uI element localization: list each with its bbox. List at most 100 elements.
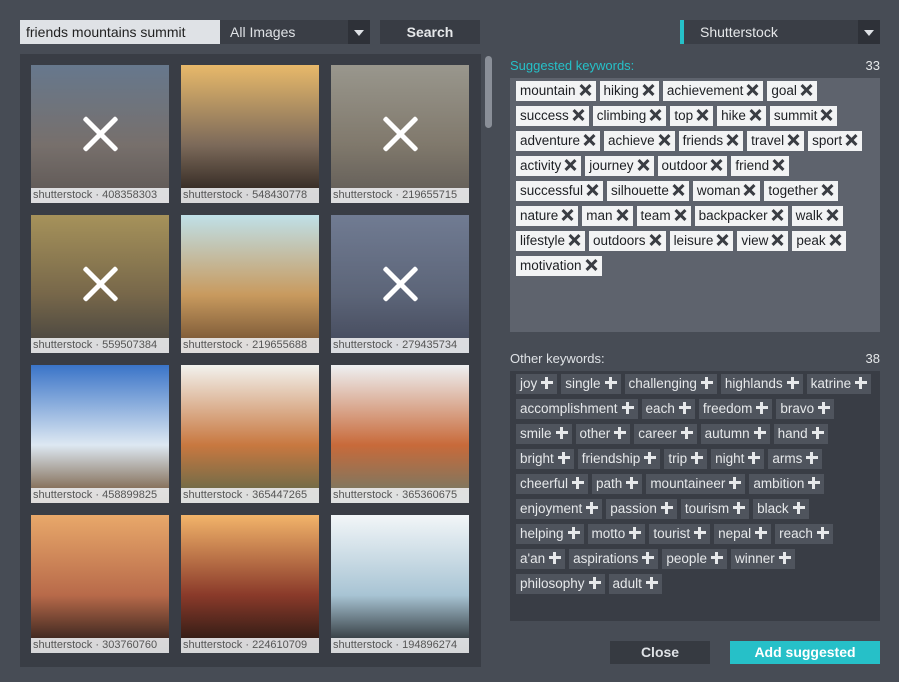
other-keyword-chip[interactable]: each <box>641 399 695 419</box>
remove-x-icon[interactable] <box>573 109 585 121</box>
suggested-keyword-chip[interactable]: successful <box>516 181 604 201</box>
add-plus-icon[interactable] <box>644 452 657 464</box>
excluded-x-icon[interactable] <box>82 266 118 302</box>
remove-x-icon[interactable] <box>587 184 599 196</box>
suggested-keyword-chip[interactable]: leisure <box>669 231 734 251</box>
add-plus-icon[interactable] <box>604 377 617 389</box>
suggested-keyword-chip[interactable]: nature <box>516 206 579 226</box>
search-input[interactable]: friends mountains summit <box>20 20 220 44</box>
suggested-keyword-chip[interactable]: activity <box>516 156 582 176</box>
suggested-keyword-chip[interactable]: peak <box>792 231 846 251</box>
image-tile[interactable]: shutterstock · 224610709 <box>181 515 319 653</box>
other-keyword-chip[interactable]: hand <box>773 424 828 444</box>
other-keyword-chip[interactable]: trip <box>664 449 708 469</box>
image-type-select[interactable]: All Images <box>220 20 370 44</box>
add-plus-icon[interactable] <box>694 527 707 539</box>
add-plus-icon[interactable] <box>555 427 568 439</box>
suggested-keyword-chip[interactable]: team <box>636 206 691 226</box>
other-keyword-chip[interactable]: a'an <box>516 549 566 569</box>
other-keyword-chip[interactable]: friendship <box>577 449 661 469</box>
add-plus-icon[interactable] <box>586 502 599 514</box>
remove-x-icon[interactable] <box>650 109 662 121</box>
excluded-x-icon[interactable] <box>82 116 118 152</box>
add-plus-icon[interactable] <box>753 427 766 439</box>
other-keyword-chip[interactable]: enjoyment <box>516 499 603 519</box>
other-keyword-chip[interactable]: cheerful <box>516 474 589 494</box>
add-plus-icon[interactable] <box>541 377 554 389</box>
other-keyword-chip[interactable]: smile <box>516 424 572 444</box>
other-keyword-chip[interactable]: night <box>711 449 765 469</box>
other-keyword-chip[interactable]: accomplishment <box>516 399 638 419</box>
image-tile[interactable]: shutterstock · 559507384 <box>31 215 169 353</box>
grid-scrollbar[interactable] <box>483 54 493 667</box>
image-tile[interactable]: shutterstock · 458899825 <box>31 365 169 503</box>
add-plus-icon[interactable] <box>642 552 655 564</box>
suggested-keyword-chip[interactable]: mountain <box>516 81 596 101</box>
suggested-keyword-chip[interactable]: silhouette <box>607 181 689 201</box>
remove-x-icon[interactable] <box>673 184 685 196</box>
remove-x-icon[interactable] <box>711 159 723 171</box>
add-plus-icon[interactable] <box>755 527 768 539</box>
other-keyword-chip[interactable]: helping <box>516 524 584 544</box>
search-button[interactable]: Search <box>380 20 480 44</box>
other-keyword-chip[interactable]: people <box>662 549 727 569</box>
remove-x-icon[interactable] <box>717 234 729 246</box>
add-plus-icon[interactable] <box>729 477 742 489</box>
other-keyword-chip[interactable]: career <box>634 424 697 444</box>
suggested-keyword-chip[interactable]: summit <box>769 106 838 126</box>
chevron-down-icon[interactable] <box>858 20 880 44</box>
add-plus-icon[interactable] <box>700 377 713 389</box>
remove-x-icon[interactable] <box>675 209 687 221</box>
add-plus-icon[interactable] <box>818 402 831 414</box>
other-keyword-chip[interactable]: motto <box>587 524 646 544</box>
other-keyword-chip[interactable]: ambition <box>749 474 825 494</box>
suggested-keyword-chip[interactable]: journey <box>585 156 654 176</box>
add-plus-icon[interactable] <box>816 527 829 539</box>
remove-x-icon[interactable] <box>772 234 784 246</box>
suggested-keyword-chip[interactable]: walk <box>791 206 843 226</box>
add-plus-icon[interactable] <box>786 377 799 389</box>
add-plus-icon[interactable] <box>855 377 868 389</box>
remove-x-icon[interactable] <box>727 134 739 146</box>
remove-x-icon[interactable] <box>617 209 629 221</box>
other-keyword-chip[interactable]: philosophy <box>516 574 605 594</box>
other-keyword-chip[interactable]: other <box>575 424 631 444</box>
suggested-keyword-chip[interactable]: friend <box>731 156 790 176</box>
add-plus-icon[interactable] <box>549 552 562 564</box>
remove-x-icon[interactable] <box>773 159 785 171</box>
remove-x-icon[interactable] <box>650 234 662 246</box>
image-tile[interactable]: shutterstock · 194896274 <box>331 515 469 653</box>
add-plus-icon[interactable] <box>678 402 691 414</box>
image-tile[interactable]: shutterstock · 279435734 <box>331 215 469 353</box>
image-tile[interactable]: shutterstock · 548430778 <box>181 65 319 203</box>
suggested-keyword-chip[interactable]: woman <box>692 181 761 201</box>
remove-x-icon[interactable] <box>772 209 784 221</box>
other-keyword-chip[interactable]: winner <box>730 549 795 569</box>
other-keyword-chip[interactable]: mountaineer <box>646 474 746 494</box>
remove-x-icon[interactable] <box>562 209 574 221</box>
remove-x-icon[interactable] <box>827 209 839 221</box>
other-keyword-chip[interactable]: single <box>561 374 621 394</box>
suggested-keyword-chip[interactable]: backpacker <box>694 206 788 226</box>
suggested-keyword-chip[interactable]: sport <box>808 131 863 151</box>
suggested-keyword-chip[interactable]: top <box>670 106 714 126</box>
suggested-keyword-chip[interactable]: success <box>516 106 589 126</box>
add-plus-icon[interactable] <box>792 502 805 514</box>
remove-x-icon[interactable] <box>744 184 756 196</box>
remove-x-icon[interactable] <box>565 159 577 171</box>
remove-x-icon[interactable] <box>801 84 813 96</box>
add-plus-icon[interactable] <box>710 552 723 564</box>
remove-x-icon[interactable] <box>643 84 655 96</box>
remove-x-icon[interactable] <box>821 109 833 121</box>
add-plus-icon[interactable] <box>691 452 704 464</box>
suggested-keyword-chip[interactable]: motivation <box>516 256 602 276</box>
remove-x-icon[interactable] <box>697 109 709 121</box>
remove-x-icon[interactable] <box>822 184 834 196</box>
suggested-keyword-chip[interactable]: outdoors <box>589 231 666 251</box>
remove-x-icon[interactable] <box>569 234 581 246</box>
add-plus-icon[interactable] <box>567 527 580 539</box>
other-keyword-chip[interactable]: tourism <box>680 499 750 519</box>
add-plus-icon[interactable] <box>808 477 821 489</box>
add-plus-icon[interactable] <box>806 452 819 464</box>
other-keyword-chip[interactable]: katrine <box>806 374 872 394</box>
